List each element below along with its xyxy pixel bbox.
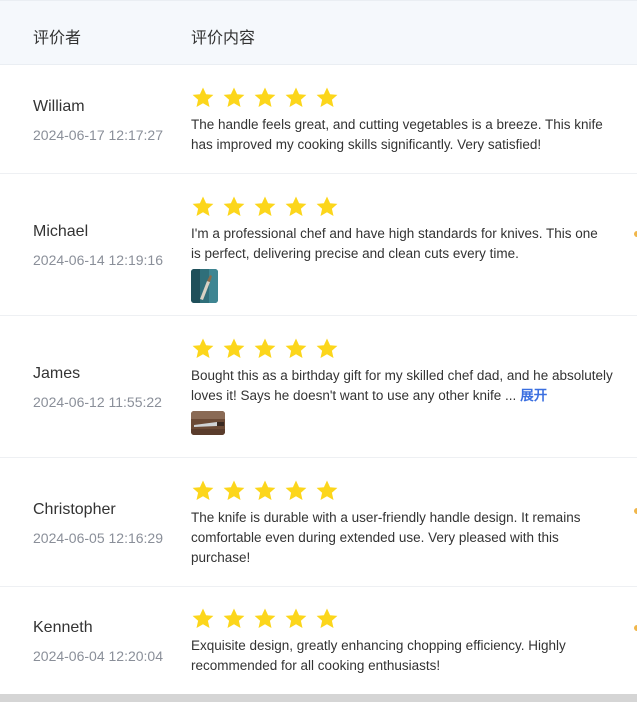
star-icon [192, 338, 214, 358]
review-row: James 2024-06-12 11:55:22 Bought this as… [0, 316, 637, 458]
star-icon [192, 87, 214, 107]
star-icon [316, 608, 338, 628]
review-content: Bought this as a birthday gift for my sk… [191, 337, 621, 435]
reviewer-name: James [33, 365, 81, 382]
review-date: 2024-06-14 12:19:16 [33, 252, 163, 268]
review-text: The handle feels great, and cutting vege… [191, 117, 603, 152]
star-icon [223, 196, 245, 216]
review-content: The knife is durable with a user-friendl… [191, 479, 611, 568]
review-photo-thumbnail[interactable] [191, 269, 218, 303]
star-icon [316, 196, 338, 216]
star-icon [285, 87, 307, 107]
reviewer-name: Christopher [33, 501, 116, 518]
horizontal-scrollbar[interactable] [0, 694, 637, 702]
review-content: Exquisite design, greatly enhancing chop… [191, 607, 611, 676]
content-column-header: 评价内容 [191, 30, 256, 47]
star-icon [223, 608, 245, 628]
review-text: The knife is durable with a user-friendl… [191, 510, 581, 565]
reviewer-name: William [33, 98, 85, 115]
star-rating [191, 337, 621, 361]
review-row: William 2024-06-17 12:17:27 The handle f… [0, 65, 637, 174]
review-text-truncated: Bought this as a birthday gift for my sk… [191, 368, 613, 403]
review-row: Michael 2024-06-14 12:19:16 I'm a profes… [0, 174, 637, 316]
review-date: 2024-06-12 11:55:22 [33, 394, 162, 410]
star-icon [285, 196, 307, 216]
reviewer-info: James 2024-06-12 11:55:22 [33, 364, 162, 411]
star-icon [316, 338, 338, 358]
star-icon [285, 608, 307, 628]
star-icon [223, 338, 245, 358]
review-date: 2024-06-05 12:16:29 [33, 530, 163, 546]
star-icon [192, 196, 214, 216]
star-icon [254, 196, 276, 216]
review-row: Christopher 2024-06-05 12:16:29 The knif… [0, 458, 637, 587]
reviewer-column-header: 评价者 [33, 30, 82, 47]
star-rating [191, 479, 611, 503]
review-text: I'm a professional chef and have high st… [191, 226, 598, 261]
review-text: Exquisite design, greatly enhancing chop… [191, 638, 566, 673]
review-content: The handle feels great, and cutting vege… [191, 86, 611, 155]
star-icon [254, 87, 276, 107]
reviewer-name: Michael [33, 223, 89, 240]
reviewer-name: Kenneth [33, 619, 93, 636]
review-content: I'm a professional chef and have high st… [191, 195, 611, 303]
star-icon [192, 608, 214, 628]
review-date: 2024-06-17 12:17:27 [33, 127, 163, 143]
reviewer-info: William 2024-06-17 12:17:27 [33, 97, 163, 144]
star-icon [285, 338, 307, 358]
star-icon [192, 480, 214, 500]
star-icon [316, 87, 338, 107]
star-icon [254, 608, 276, 628]
reviewer-info: Christopher 2024-06-05 12:16:29 [33, 500, 163, 547]
review-photo-thumbnail[interactable] [191, 411, 225, 435]
star-icon [254, 338, 276, 358]
review-row: Kenneth 2024-06-04 12:20:04 Exquisite de… [0, 587, 637, 694]
review-date: 2024-06-04 12:20:04 [33, 648, 163, 664]
star-icon [285, 480, 307, 500]
review-text: Bought this as a birthday gift for my sk… [191, 366, 621, 406]
star-icon [223, 480, 245, 500]
star-rating [191, 607, 611, 631]
reviewer-info: Kenneth 2024-06-04 12:20:04 [33, 618, 163, 665]
star-rating [191, 195, 611, 219]
star-rating [191, 86, 611, 110]
reviewer-info: Michael 2024-06-14 12:19:16 [33, 222, 163, 269]
expand-link[interactable]: 展开 [520, 388, 547, 403]
star-icon [316, 480, 338, 500]
table-header: 评价者 评价内容 [0, 0, 637, 65]
star-icon [223, 87, 245, 107]
star-icon [254, 480, 276, 500]
